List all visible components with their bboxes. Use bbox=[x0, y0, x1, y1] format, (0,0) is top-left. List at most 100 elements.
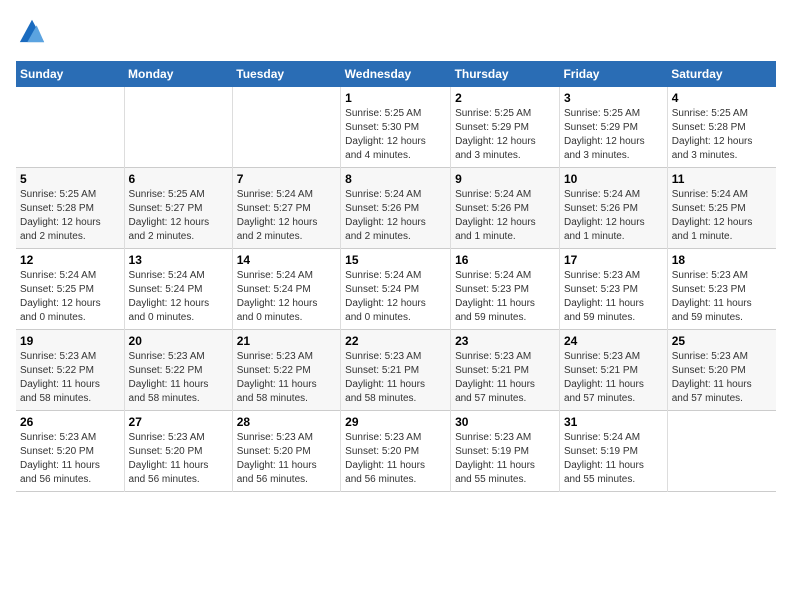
calendar-cell: 18Sunrise: 5:23 AM Sunset: 5:23 PM Dayli… bbox=[667, 248, 776, 329]
calendar-cell: 11Sunrise: 5:24 AM Sunset: 5:25 PM Dayli… bbox=[667, 167, 776, 248]
calendar-cell: 6 Sunrise: 5:25 AM Sunset: 5:27 PM Daylig… bbox=[124, 167, 232, 248]
day-info: Sunrise: 5:25 AM Sunset: 5:28 PM Dayligh… bbox=[672, 107, 772, 163]
calendar-cell: 20 Sunrise: 5:23 AM Sunset: 5:22 PM Dayli… bbox=[124, 329, 232, 410]
day-info: Sunrise: 5:23 AM Sunset: 5:23 PM Dayligh… bbox=[672, 269, 772, 325]
day-number: 6 bbox=[129, 172, 228, 186]
calendar-cell: 23 Sunrise: 5:23 AM Sunset: 5:21 PM Dayli… bbox=[451, 329, 560, 410]
day-info: Sunrise: 5:24 AM Sunset: 5:23 PM Dayligh… bbox=[455, 269, 555, 325]
calendar-cell: 30 Sunrise: 5:23 AM Sunset: 5:19 PM Dayli… bbox=[451, 410, 560, 491]
day-info: Sunrise: 5:24 AM Sunset: 5:24 PM Dayligh… bbox=[129, 269, 228, 325]
calendar-week-row: 19 Sunrise: 5:23 AM Sunset: 5:22 PM Dayli… bbox=[16, 329, 776, 410]
calendar-cell: 26Sunrise: 5:23 AM Sunset: 5:20 PM Dayli… bbox=[16, 410, 124, 491]
day-info: Sunrise: 5:24 AM Sunset: 5:26 PM Dayligh… bbox=[345, 188, 446, 244]
day-info: Sunrise: 5:23 AM Sunset: 5:21 PM Dayligh… bbox=[455, 350, 555, 406]
day-number: 29 bbox=[345, 415, 446, 429]
day-info: Sunrise: 5:24 AM Sunset: 5:26 PM Dayligh… bbox=[564, 188, 663, 244]
day-number: 13 bbox=[129, 253, 228, 267]
calendar-cell: 17 Sunrise: 5:23 AM Sunset: 5:23 PM Dayli… bbox=[559, 248, 667, 329]
calendar-cell: 19 Sunrise: 5:23 AM Sunset: 5:22 PM Dayli… bbox=[16, 329, 124, 410]
calendar-cell: 24Sunrise: 5:23 AM Sunset: 5:21 PM Dayli… bbox=[559, 329, 667, 410]
day-number: 21 bbox=[237, 334, 336, 348]
calendar-cell: 9Sunrise: 5:24 AM Sunset: 5:26 PM Daylig… bbox=[451, 167, 560, 248]
day-number: 25 bbox=[672, 334, 772, 348]
weekday-header: Saturday bbox=[667, 61, 776, 87]
day-number: 31 bbox=[564, 415, 663, 429]
day-info: Sunrise: 5:23 AM Sunset: 5:19 PM Dayligh… bbox=[455, 431, 555, 487]
calendar-cell: 13 Sunrise: 5:24 AM Sunset: 5:24 PM Dayli… bbox=[124, 248, 232, 329]
calendar-cell: 28 Sunrise: 5:23 AM Sunset: 5:20 PM Dayli… bbox=[232, 410, 340, 491]
day-number: 20 bbox=[129, 334, 228, 348]
day-info: Sunrise: 5:25 AM Sunset: 5:29 PM Dayligh… bbox=[455, 107, 555, 163]
calendar-cell: 31 Sunrise: 5:24 AM Sunset: 5:19 PM Dayli… bbox=[559, 410, 667, 491]
calendar-cell: 25Sunrise: 5:23 AM Sunset: 5:20 PM Dayli… bbox=[667, 329, 776, 410]
calendar-cell bbox=[16, 87, 124, 168]
day-info: Sunrise: 5:24 AM Sunset: 5:24 PM Dayligh… bbox=[237, 269, 336, 325]
day-number: 26 bbox=[20, 415, 120, 429]
calendar-week-row: 5Sunrise: 5:25 AM Sunset: 5:28 PM Daylig… bbox=[16, 167, 776, 248]
logo bbox=[16, 16, 46, 49]
day-number: 4 bbox=[672, 91, 772, 105]
day-number: 10 bbox=[564, 172, 663, 186]
day-number: 12 bbox=[20, 253, 120, 267]
calendar-cell bbox=[124, 87, 232, 168]
day-number: 16 bbox=[455, 253, 555, 267]
day-number: 24 bbox=[564, 334, 663, 348]
day-number: 15 bbox=[345, 253, 446, 267]
calendar-cell: 15 Sunrise: 5:24 AM Sunset: 5:24 PM Dayli… bbox=[341, 248, 451, 329]
day-number: 19 bbox=[20, 334, 120, 348]
calendar-week-row: 1Sunrise: 5:25 AM Sunset: 5:30 PM Daylig… bbox=[16, 87, 776, 168]
calendar-cell: 22 Sunrise: 5:23 AM Sunset: 5:21 PM Dayli… bbox=[341, 329, 451, 410]
day-info: Sunrise: 5:25 AM Sunset: 5:27 PM Dayligh… bbox=[129, 188, 228, 244]
day-number: 7 bbox=[237, 172, 336, 186]
calendar-cell: 21 Sunrise: 5:23 AM Sunset: 5:22 PM Dayli… bbox=[232, 329, 340, 410]
calendar-cell bbox=[667, 410, 776, 491]
day-info: Sunrise: 5:24 AM Sunset: 5:27 PM Dayligh… bbox=[237, 188, 336, 244]
day-number: 2 bbox=[455, 91, 555, 105]
day-info: Sunrise: 5:24 AM Sunset: 5:24 PM Dayligh… bbox=[345, 269, 446, 325]
calendar-cell bbox=[232, 87, 340, 168]
day-info: Sunrise: 5:24 AM Sunset: 5:26 PM Dayligh… bbox=[455, 188, 555, 244]
day-info: Sunrise: 5:23 AM Sunset: 5:21 PM Dayligh… bbox=[345, 350, 446, 406]
day-info: Sunrise: 5:23 AM Sunset: 5:20 PM Dayligh… bbox=[237, 431, 336, 487]
calendar-cell: 29 Sunrise: 5:23 AM Sunset: 5:20 PM Dayli… bbox=[341, 410, 451, 491]
day-number: 28 bbox=[237, 415, 336, 429]
calendar-table: SundayMondayTuesdayWednesdayThursdayFrid… bbox=[16, 61, 776, 492]
weekday-header: Tuesday bbox=[232, 61, 340, 87]
day-number: 3 bbox=[564, 91, 663, 105]
calendar-cell: 14Sunrise: 5:24 AM Sunset: 5:24 PM Dayli… bbox=[232, 248, 340, 329]
calendar-week-row: 12 Sunrise: 5:24 AM Sunset: 5:25 PM Dayli… bbox=[16, 248, 776, 329]
day-info: Sunrise: 5:23 AM Sunset: 5:22 PM Dayligh… bbox=[237, 350, 336, 406]
calendar-header: SundayMondayTuesdayWednesdayThursdayFrid… bbox=[16, 61, 776, 87]
calendar-cell: 8Sunrise: 5:24 AM Sunset: 5:26 PM Daylig… bbox=[341, 167, 451, 248]
calendar-cell: 12 Sunrise: 5:24 AM Sunset: 5:25 PM Dayli… bbox=[16, 248, 124, 329]
day-info: Sunrise: 5:24 AM Sunset: 5:25 PM Dayligh… bbox=[20, 269, 120, 325]
day-info: Sunrise: 5:24 AM Sunset: 5:19 PM Dayligh… bbox=[564, 431, 663, 487]
calendar-cell: 10 Sunrise: 5:24 AM Sunset: 5:26 PM Dayli… bbox=[559, 167, 667, 248]
calendar-cell: 4 Sunrise: 5:25 AM Sunset: 5:28 PM Daylig… bbox=[667, 87, 776, 168]
calendar-cell: 27Sunrise: 5:23 AM Sunset: 5:20 PM Dayli… bbox=[124, 410, 232, 491]
day-info: Sunrise: 5:23 AM Sunset: 5:22 PM Dayligh… bbox=[20, 350, 120, 406]
day-number: 22 bbox=[345, 334, 446, 348]
day-info: Sunrise: 5:23 AM Sunset: 5:23 PM Dayligh… bbox=[564, 269, 663, 325]
weekday-header: Sunday bbox=[16, 61, 124, 87]
calendar-cell: 1Sunrise: 5:25 AM Sunset: 5:30 PM Daylig… bbox=[341, 87, 451, 168]
day-info: Sunrise: 5:23 AM Sunset: 5:20 PM Dayligh… bbox=[129, 431, 228, 487]
day-info: Sunrise: 5:24 AM Sunset: 5:25 PM Dayligh… bbox=[672, 188, 772, 244]
calendar-week-row: 26 Sunrise: 5:23 AM Sunset: 5:20 PM Dayli… bbox=[16, 410, 776, 491]
day-info: Sunrise: 5:23 AM Sunset: 5:20 PM Dayligh… bbox=[345, 431, 446, 487]
day-number: 17 bbox=[564, 253, 663, 267]
calendar-cell: 5Sunrise: 5:25 AM Sunset: 5:28 PM Daylig… bbox=[16, 167, 124, 248]
page-header bbox=[16, 16, 776, 49]
day-number: 23 bbox=[455, 334, 555, 348]
day-number: 30 bbox=[455, 415, 555, 429]
calendar-cell: 7 Sunrise: 5:24 AM Sunset: 5:27 PM Daylig… bbox=[232, 167, 340, 248]
day-info: Sunrise: 5:25 AM Sunset: 5:28 PM Dayligh… bbox=[20, 188, 120, 244]
calendar-cell: 3Sunrise: 5:25 AM Sunset: 5:29 PM Daylig… bbox=[559, 87, 667, 168]
calendar-cell: 2 Sunrise: 5:25 AM Sunset: 5:29 PM Daylig… bbox=[451, 87, 560, 168]
weekday-header: Thursday bbox=[451, 61, 560, 87]
calendar-cell: 16 Sunrise: 5:24 AM Sunset: 5:23 PM Dayli… bbox=[451, 248, 560, 329]
logo-icon bbox=[18, 16, 46, 44]
day-info: Sunrise: 5:23 AM Sunset: 5:22 PM Dayligh… bbox=[129, 350, 228, 406]
calendar-body: 1Sunrise: 5:25 AM Sunset: 5:30 PM Daylig… bbox=[16, 87, 776, 492]
weekday-header: Monday bbox=[124, 61, 232, 87]
